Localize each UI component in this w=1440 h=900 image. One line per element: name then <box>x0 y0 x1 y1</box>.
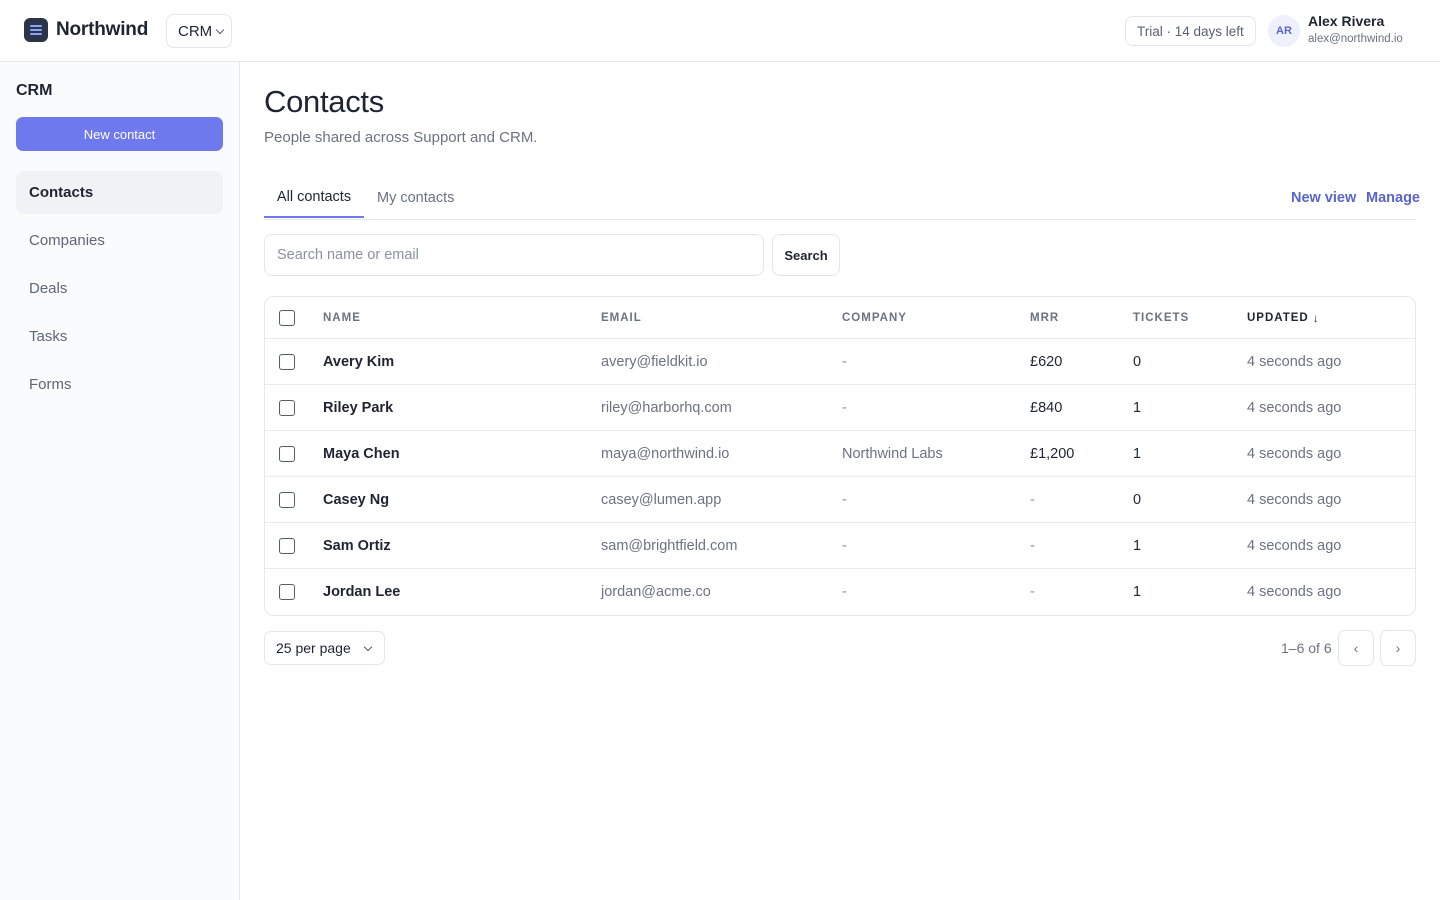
sidebar-nav: Contacts Companies Deals Tasks Forms <box>16 171 223 411</box>
contact-company: - <box>842 584 847 600</box>
contact-company: - <box>842 491 847 508</box>
tab-my-contacts[interactable]: My contacts <box>377 178 454 218</box>
row-checkbox[interactable] <box>279 584 295 600</box>
sidebar-item-tasks[interactable]: Tasks <box>16 315 223 358</box>
contact-tickets: 1 <box>1133 445 1142 462</box>
contact-name[interactable]: Casey Ng <box>323 477 389 522</box>
contact-email: riley@harborhq.com <box>601 399 732 416</box>
contact-name[interactable]: Sam Ortiz <box>323 523 391 568</box>
next-page-button[interactable]: › <box>1380 630 1416 666</box>
contact-mrr: - <box>1030 537 1035 554</box>
chevron-left-icon: ‹ <box>1353 640 1359 656</box>
sidebar-title: CRM <box>16 82 53 99</box>
contact-updated: 4 seconds ago <box>1247 445 1342 462</box>
contact-email: sam@brightfield.com <box>601 537 738 554</box>
column-header-email[interactable]: Email <box>601 297 642 338</box>
contact-mrr: £840 <box>1030 399 1063 416</box>
contacts-table: Name Email Company MRR Tickets Updated ↓… <box>264 296 1416 616</box>
previous-page-button[interactable]: ‹ <box>1338 630 1374 666</box>
row-checkbox[interactable] <box>279 491 295 508</box>
northwind-logo-icon[interactable] <box>24 18 48 42</box>
per-page-label: 25 per page <box>276 640 351 656</box>
contact-email: avery@fieldkit.io <box>601 353 708 370</box>
contact-company[interactable]: Northwind Labs <box>842 431 943 476</box>
sidebar-item-forms[interactable]: Forms <box>16 363 223 406</box>
sidebar-item-companies[interactable]: Companies <box>16 219 223 262</box>
contact-email: casey@lumen.app <box>601 491 722 508</box>
contact-name[interactable]: Riley Park <box>323 385 393 430</box>
contact-tickets: 1 <box>1133 537 1142 554</box>
column-header-tickets[interactable]: Tickets <box>1133 297 1189 338</box>
page-subtitle: People shared across Support and CRM. <box>264 129 538 146</box>
table-row[interactable]: Avery Kim avery@fieldkit.io - £620 0 4 s… <box>265 339 1415 385</box>
manage-link[interactable]: Manage <box>1366 178 1420 218</box>
brand-name[interactable]: Northwind <box>56 19 148 41</box>
view-tabs: All contacts My contacts New view Manage <box>264 178 1420 220</box>
contact-email: maya@northwind.io <box>601 445 730 462</box>
contact-company: - <box>842 353 847 370</box>
table-header-row: Name Email Company MRR Tickets Updated ↓ <box>265 297 1415 339</box>
table-row[interactable]: Maya Chen maya@northwind.io Northwind La… <box>265 431 1415 477</box>
row-checkbox[interactable] <box>279 399 295 416</box>
contact-name[interactable]: Avery Kim <box>323 339 394 384</box>
contact-tickets: 1 <box>1133 584 1142 600</box>
select-all-checkbox[interactable] <box>279 309 295 326</box>
search-input[interactable] <box>264 234 764 276</box>
table-row[interactable]: Sam Ortiz sam@brightfield.com - - 1 4 se… <box>265 523 1415 569</box>
app-switcher-label: CRM <box>178 22 213 40</box>
sidebar-item-contacts[interactable]: Contacts <box>16 171 223 214</box>
user-name: Alex Rivera <box>1308 13 1385 29</box>
per-page-select[interactable]: 25 per page <box>264 631 385 665</box>
pagination-range: 1–6 of 6 <box>1281 640 1332 656</box>
new-view-link[interactable]: New view <box>1291 178 1356 218</box>
chevron-down-icon <box>215 25 225 34</box>
contact-name[interactable]: Jordan Lee <box>323 569 400 615</box>
contact-tickets: 0 <box>1133 491 1142 508</box>
contact-mrr: £1,200 <box>1030 445 1075 462</box>
contact-mrr: £620 <box>1030 353 1063 370</box>
column-header-updated[interactable]: Updated ↓ <box>1247 297 1320 338</box>
contact-company: - <box>842 537 847 554</box>
user-email: alex@northwind.io <box>1308 33 1403 45</box>
contact-tickets: 1 <box>1133 399 1142 416</box>
sidebar: CRM New contact Contacts Companies Deals… <box>0 62 240 900</box>
sort-desc-icon: ↓ <box>1312 310 1320 325</box>
column-header-name[interactable]: Name <box>323 297 361 338</box>
page-title: Contacts <box>264 84 384 119</box>
chevron-down-icon <box>363 642 373 652</box>
contact-company: - <box>842 399 847 416</box>
row-checkbox[interactable] <box>279 537 295 554</box>
contact-tickets: 0 <box>1133 353 1142 370</box>
contact-updated: 4 seconds ago <box>1247 584 1342 600</box>
row-checkbox[interactable] <box>279 353 295 370</box>
contact-updated: 4 seconds ago <box>1247 399 1342 416</box>
row-checkbox[interactable] <box>279 445 295 462</box>
column-header-company[interactable]: Company <box>842 297 907 338</box>
new-contact-button[interactable]: New contact <box>16 117 223 151</box>
contact-updated: 4 seconds ago <box>1247 353 1342 370</box>
contact-mrr: - <box>1030 584 1035 600</box>
contact-updated: 4 seconds ago <box>1247 537 1342 554</box>
table-row[interactable]: Jordan Lee jordan@acme.co - - 1 4 second… <box>265 569 1415 615</box>
top-bar: Northwind CRM Trial · 14 days left AR Al… <box>0 0 1440 62</box>
column-header-updated-label: Updated <box>1247 311 1309 324</box>
column-header-mrr[interactable]: MRR <box>1030 297 1059 338</box>
contact-name[interactable]: Maya Chen <box>323 431 400 476</box>
chevron-right-icon: › <box>1395 640 1401 656</box>
contact-updated: 4 seconds ago <box>1247 491 1342 508</box>
table-row[interactable]: Casey Ng casey@lumen.app - - 0 4 seconds… <box>265 477 1415 523</box>
table-row[interactable]: Riley Park riley@harborhq.com - £840 1 4… <box>265 385 1415 431</box>
search-button[interactable]: Search <box>772 234 840 276</box>
contact-mrr: - <box>1030 491 1035 508</box>
contact-email: jordan@acme.co <box>601 584 711 600</box>
app-switcher[interactable]: CRM <box>166 14 232 48</box>
tab-all-contacts[interactable]: All contacts <box>264 178 364 218</box>
sidebar-item-deals[interactable]: Deals <box>16 267 223 310</box>
trial-badge[interactable]: Trial · 14 days left <box>1125 16 1256 46</box>
avatar[interactable]: AR <box>1268 15 1300 47</box>
